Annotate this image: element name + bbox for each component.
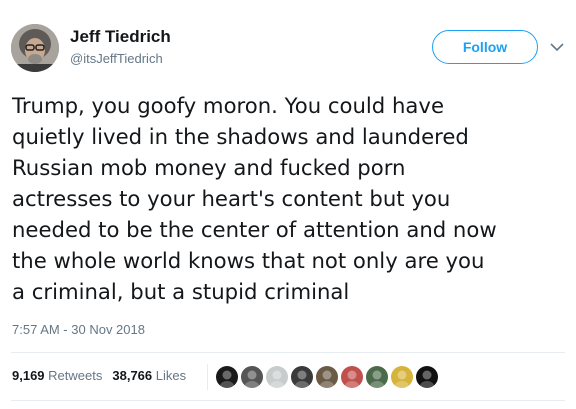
stats-separator xyxy=(207,364,208,390)
liker-avatar-7[interactable] xyxy=(366,366,388,388)
likes-count: 38,766 xyxy=(112,368,153,383)
tweet-timestamp[interactable]: 7:57 AM - 30 Nov 2018 xyxy=(12,322,145,337)
user-handle[interactable]: @itsJeffTiedrich xyxy=(70,51,163,66)
chevron-down-icon[interactable] xyxy=(549,40,565,54)
retweets-label: Retweets xyxy=(48,368,103,383)
liker-avatar-2[interactable] xyxy=(241,366,263,388)
retweets-stat[interactable]: 9,169 Retweets xyxy=(12,368,102,383)
liked-by-avatars xyxy=(216,366,438,388)
profile-photo-icon xyxy=(11,24,59,72)
tweet-card: Jeff Tiedrich @itsJeffTiedrich Follow Tr… xyxy=(0,0,576,409)
retweets-count: 9,169 xyxy=(12,368,45,383)
likes-stat[interactable]: 38,766 Likes xyxy=(112,368,186,383)
liker-avatar-9[interactable] xyxy=(416,366,438,388)
liker-avatar-4[interactable] xyxy=(291,366,313,388)
liker-avatar-6[interactable] xyxy=(341,366,363,388)
liker-avatar-8[interactable] xyxy=(391,366,413,388)
user-avatar[interactable] xyxy=(11,24,59,72)
liker-avatar-5[interactable] xyxy=(316,366,338,388)
liker-avatar-1[interactable] xyxy=(216,366,238,388)
divider xyxy=(11,352,565,353)
follow-button[interactable]: Follow xyxy=(432,30,538,64)
tweet-text: Trump, you goofy moron. You could have q… xyxy=(12,93,497,304)
likes-label: Likes xyxy=(155,368,187,383)
liker-avatar-3[interactable] xyxy=(266,366,288,388)
display-name[interactable]: Jeff Tiedrich xyxy=(70,27,171,47)
divider xyxy=(11,400,565,401)
tweet-stats: 9,169 Retweets 38,766 Likes xyxy=(12,368,186,383)
